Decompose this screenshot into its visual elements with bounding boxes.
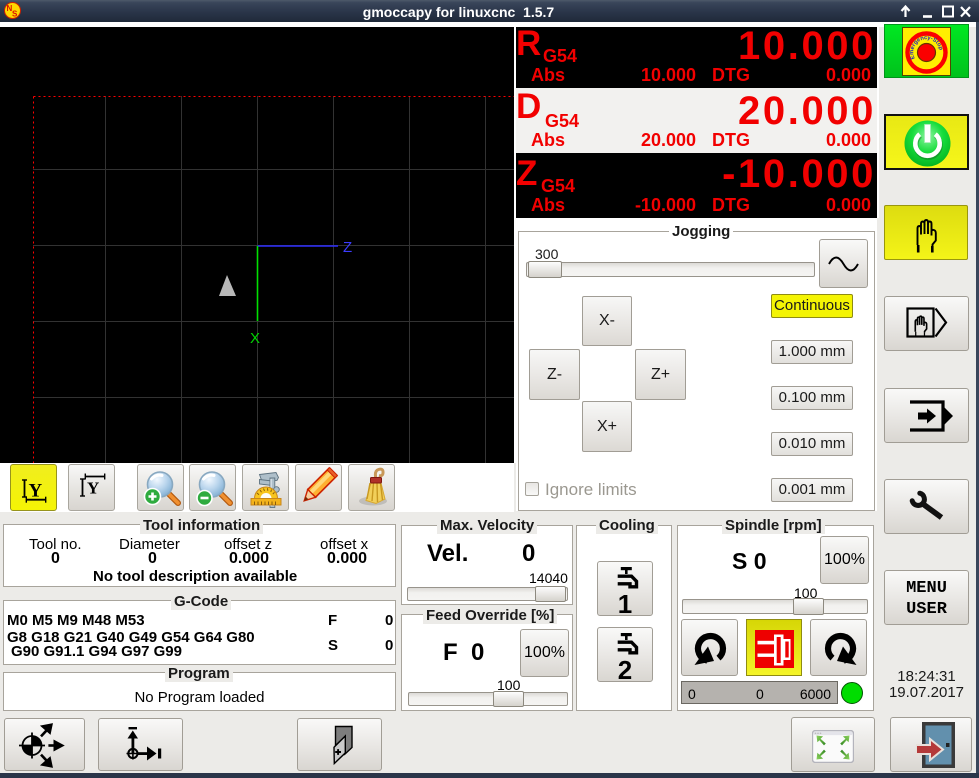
- svg-text:Z: Z: [343, 239, 352, 256]
- svg-text:Y: Y: [29, 481, 43, 502]
- svg-text:X: X: [250, 330, 260, 347]
- svg-text:Y: Y: [87, 479, 99, 498]
